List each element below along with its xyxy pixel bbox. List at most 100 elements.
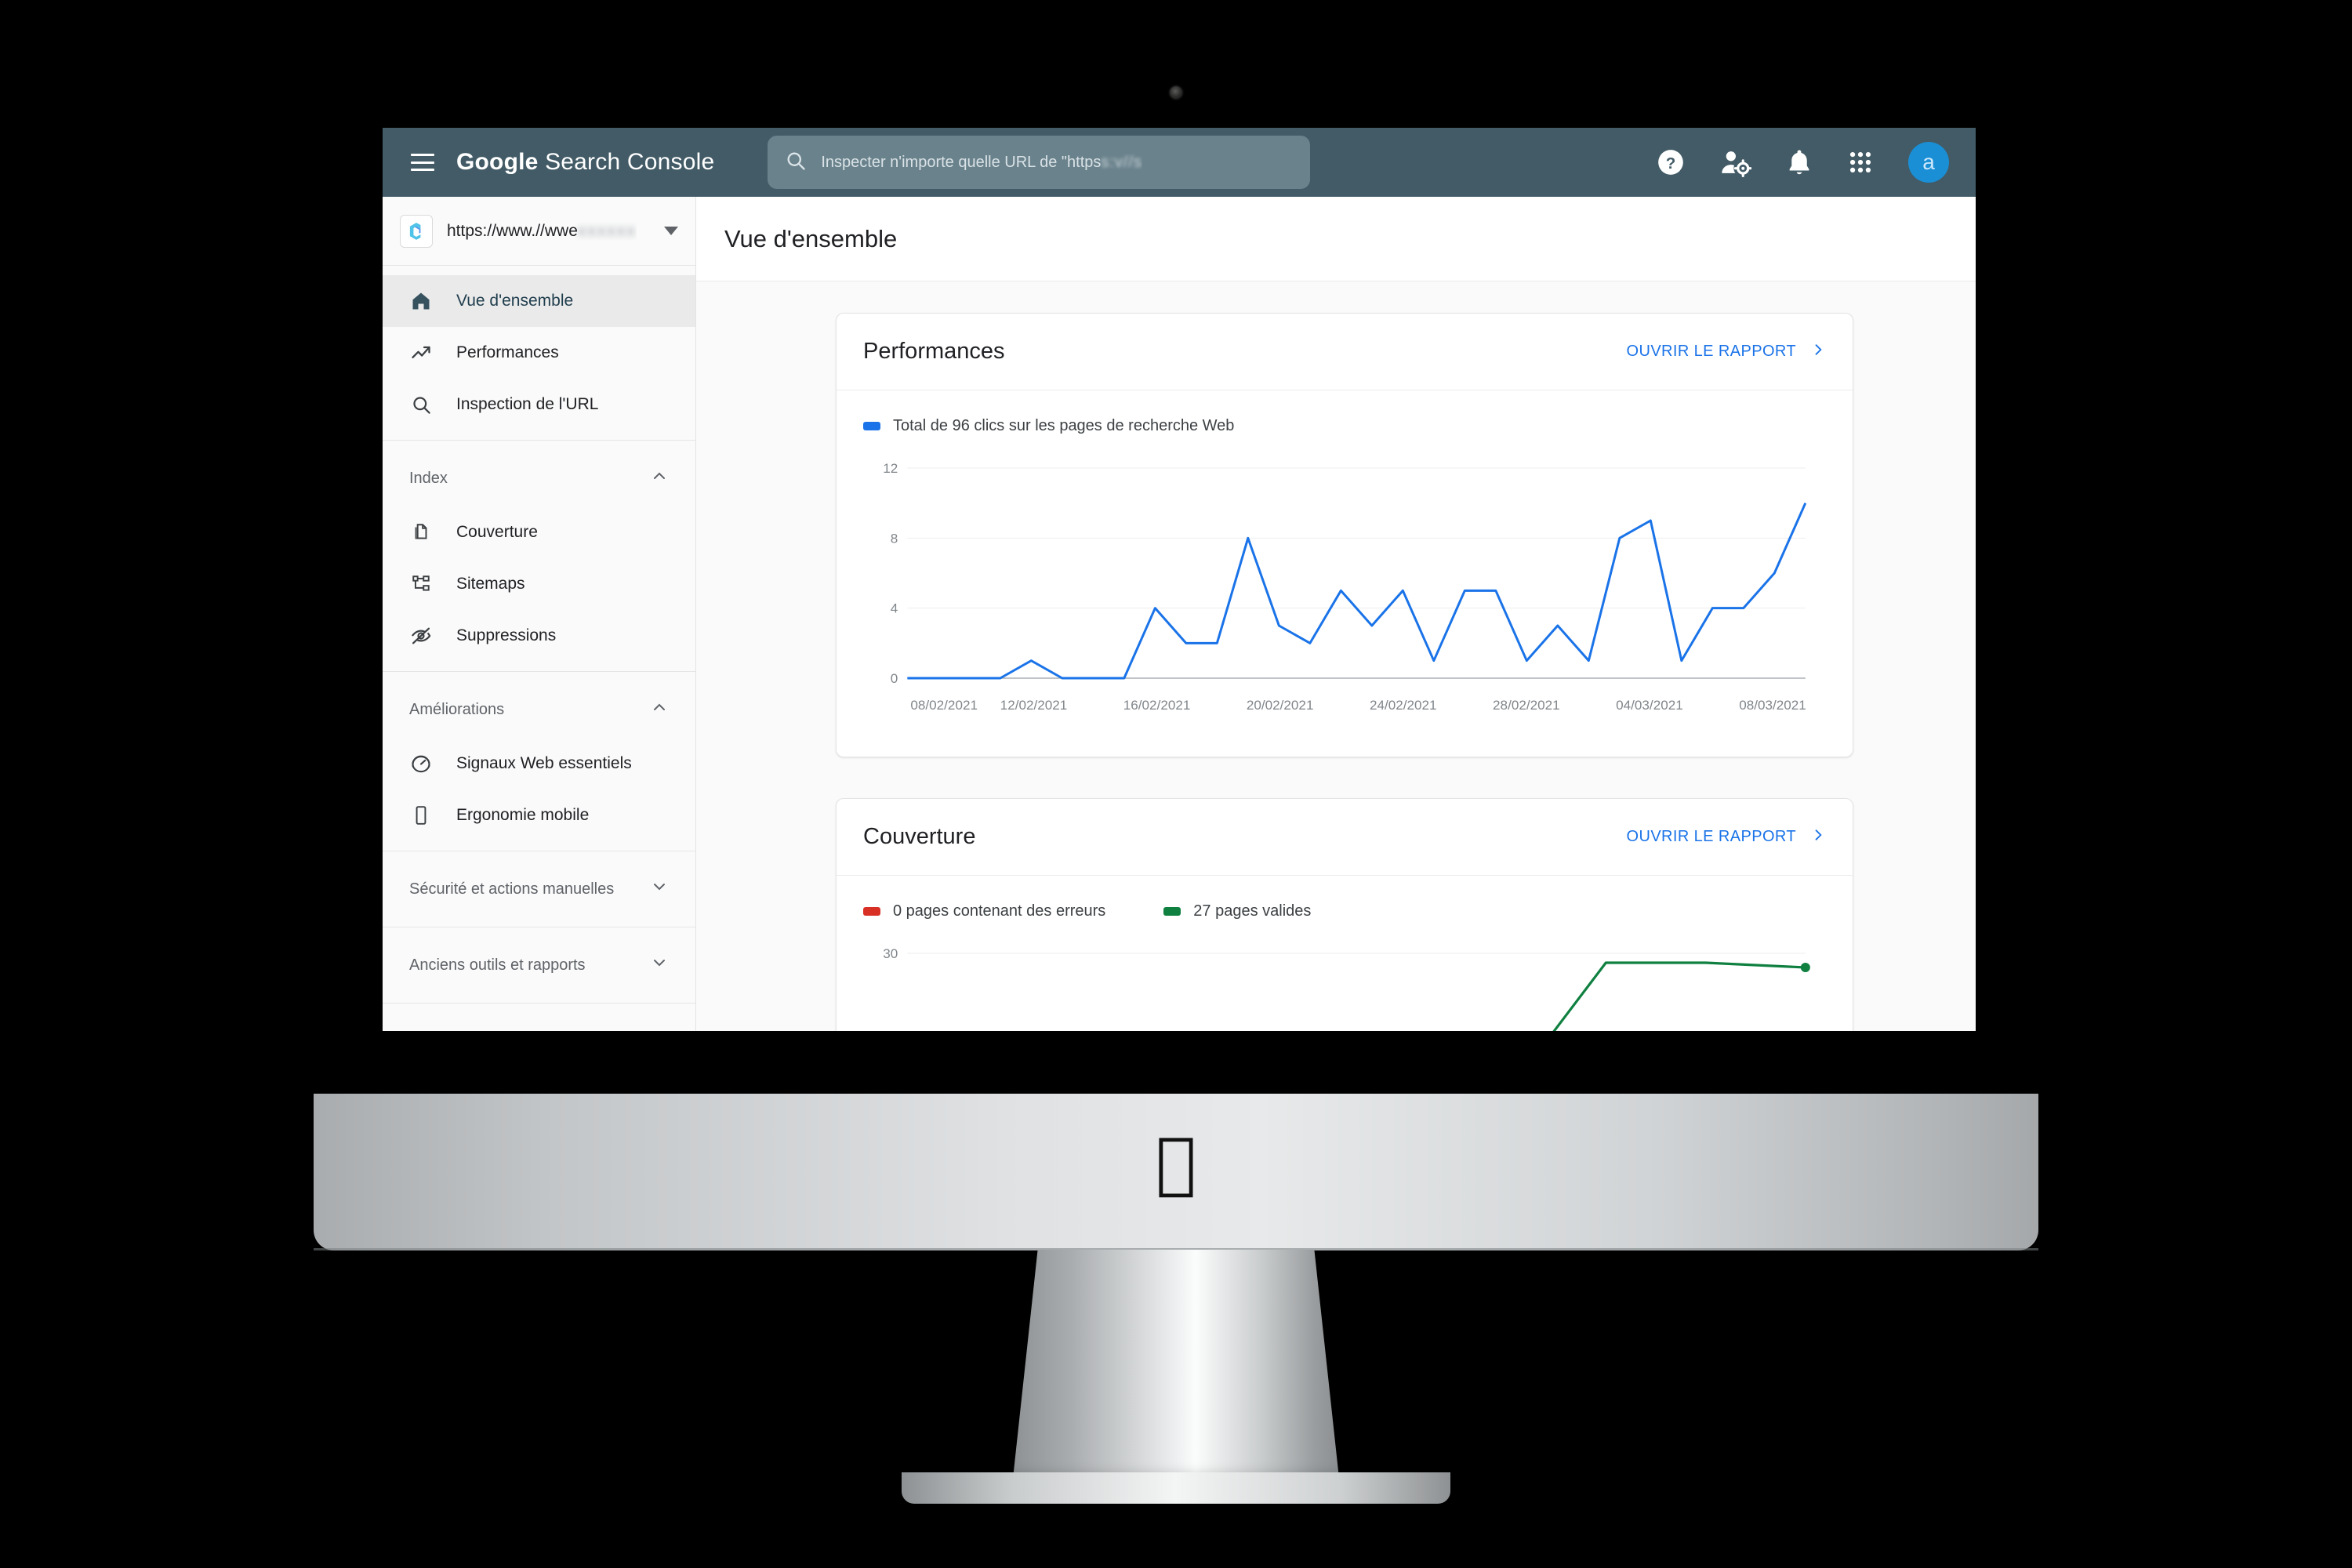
screenshot-stage: Google Search Console Inspecter n'import… [0,0,2352,1568]
property-selector[interactable]: https://www.//wwexxxxxx [383,197,695,266]
user-settings-icon[interactable] [1720,147,1751,177]
card-couverture: Couverture OUVRIR LE RAPPORT 0 pages con… [836,798,1853,1031]
open-report-link-couverture[interactable]: OUVRIR LE RAPPORT [1627,827,1826,848]
legend-swatch-clicks [863,422,880,430]
bell-icon[interactable] [1786,147,1813,177]
sidebar-item-label: Vue d'ensemble [456,292,574,310]
trending-up-icon [409,341,433,365]
sidebar-section-header-security[interactable]: Sécurité et actions manuelles [383,851,695,927]
sidebar-item-suppressions[interactable]: Suppressions [383,610,695,662]
chevron-down-icon[interactable] [650,877,669,901]
sidebar-item-label: Signaux Web essentiels [456,754,632,772]
open-report-label: OUVRIR LE RAPPORT [1626,343,1796,360]
sidebar-section-label: Sécurité et actions manuelles [409,880,615,898]
app-header: Google Search Console Inspecter n'import… [383,128,1976,197]
couverture-line-chart: 30 [883,946,1810,1031]
eye-off-icon [409,624,433,648]
avatar[interactable]: a [1908,142,1949,183]
search-icon [785,150,807,176]
card-body: Total de 96 clics sur les pages de reche… [837,390,1853,757]
property-url: https://www.//wwexxxxxx [447,221,637,240]
sidebar: https://www.//wwexxxxxx Vue d'ensemble P… [383,197,696,1031]
card-header: Couverture OUVRIR LE RAPPORT [837,799,1853,876]
page-title: Vue d'ensemble [724,224,898,252]
chevron-right-icon [1810,827,1826,848]
search-placeholder-text: Inspecter n'importe quelle URL de "https… [821,153,1143,171]
sidebar-item-sitemaps[interactable]: Sitemaps [383,558,695,610]
brand-search-console: Search Console [545,149,715,175]
sidebar-section-label: Anciens outils et rapports [409,956,586,974]
sidebar-item-overview[interactable]: Vue d'ensemble [383,275,695,327]
legend-label: 0 pages contenant des erreurs [893,902,1106,920]
app-body: https://www.//wwexxxxxx Vue d'ensemble P… [383,197,1976,1031]
sidebar-item-label: Sitemaps [456,575,525,593]
sidebar-section-index: Index Couverture Sitemaps Suppressions [383,441,695,672]
legend-item[interactable]: 27 pages valides [1163,902,1311,920]
speedometer-icon [409,752,433,775]
sidebar-section-header-ameliorations[interactable]: Améliorations [383,681,695,738]
card-title: Couverture [863,824,976,849]
legend-label: 27 pages valides [1193,902,1312,920]
imac-stand-neck [1011,1250,1341,1493]
mobile-icon [409,804,433,827]
sidebar-item-label: Performances [456,343,559,361]
sidebar-section-label: Index [409,469,448,487]
chevron-up-icon[interactable] [650,698,669,721]
page-title-bar: Vue d'ensemble [696,197,1976,281]
imac-screen: Google Search Console Inspecter n'import… [383,128,1976,1031]
webcam-icon [1170,86,1182,99]
url-inspection-search[interactable]: Inspecter n'importe quelle URL de "https… [768,136,1311,189]
apple-logo-icon:  [1156,1129,1196,1196]
svg-text:12: 12 [883,461,898,476]
sidebar-item-label: Inspection de l'URL [456,395,599,413]
imac-stand-foot [902,1472,1450,1504]
sidebar-section-security: Sécurité et actions manuelles [383,851,695,927]
sidebar-item-label: Suppressions [456,626,557,644]
legend-item[interactable]: Total de 96 clics sur les pages de reche… [863,417,1234,435]
apps-grid-icon[interactable] [1847,149,1874,176]
chart-couverture: 30 [863,942,1826,1031]
legend-label: Total de 96 clics sur les pages de reche… [893,417,1235,434]
performances-line-chart: 0 4 8 12 [883,461,1826,686]
svg-text:28/02/2021: 28/02/2021 [1493,698,1560,713]
sidebar-primary-group: Vue d'ensemble Performances Inspection d… [383,266,695,441]
chevron-up-icon[interactable] [650,466,669,490]
help-icon[interactable]: ? [1656,147,1686,177]
sidebar-item-performances[interactable]: Performances [383,327,695,379]
svg-text:12/02/2021: 12/02/2021 [1000,698,1068,713]
chevron-right-icon [1810,342,1826,362]
sidebar-item-couverture[interactable]: Couverture [383,506,695,558]
card-header: Performances OUVRIR LE RAPPORT [837,314,1853,390]
chart-performances: 0 4 8 12 08/02/2021 12/02/2021 16/02/2021 20/0… [863,457,1826,739]
svg-text:08/02/2021: 08/02/2021 [910,698,978,713]
pages-icon [409,521,433,544]
sidebar-item-mobile-usability[interactable]: Ergonomie mobile [383,789,695,841]
svg-text:04/03/2021: 04/03/2021 [1616,698,1683,713]
open-report-link-performances[interactable]: OUVRIR LE RAPPORT [1627,342,1826,362]
legend-swatch-valid [1163,907,1181,916]
sidebar-section-header-index[interactable]: Index [383,450,695,506]
chevron-down-icon[interactable] [664,227,678,235]
svg-text:?: ? [1666,154,1676,172]
svg-text:0: 0 [891,671,898,686]
hamburger-icon[interactable] [411,154,434,171]
sidebar-section-label: Améliorations [409,700,505,718]
performances-x-axis: 08/02/2021 12/02/2021 16/02/2021 20/02/2021… [910,698,1806,713]
sidebar-section-header-legacy-tools[interactable]: Anciens outils et rapports [383,927,695,1003]
property-logo-icon [400,214,433,248]
search-icon [409,393,433,416]
legend-couverture: 0 pages contenant des erreurs 27 pages v… [863,902,1826,920]
home-icon [409,289,433,313]
sidebar-item-core-web-vitals[interactable]: Signaux Web essentiels [383,738,695,789]
svg-text:8: 8 [891,531,898,546]
brand-google: Google [456,149,539,175]
legend-item[interactable]: 0 pages contenant des erreurs [863,902,1105,920]
sitemap-icon [409,572,433,596]
sidebar-item-url-inspection[interactable]: Inspection de l'URL [383,379,695,430]
svg-text:20/02/2021: 20/02/2021 [1247,698,1314,713]
chevron-down-icon[interactable] [650,953,669,977]
svg-text:08/03/2021: 08/03/2021 [1739,698,1806,713]
svg-text:30: 30 [883,946,898,961]
sidebar-item-label: Couverture [456,523,538,541]
svg-text:24/02/2021: 24/02/2021 [1370,698,1437,713]
